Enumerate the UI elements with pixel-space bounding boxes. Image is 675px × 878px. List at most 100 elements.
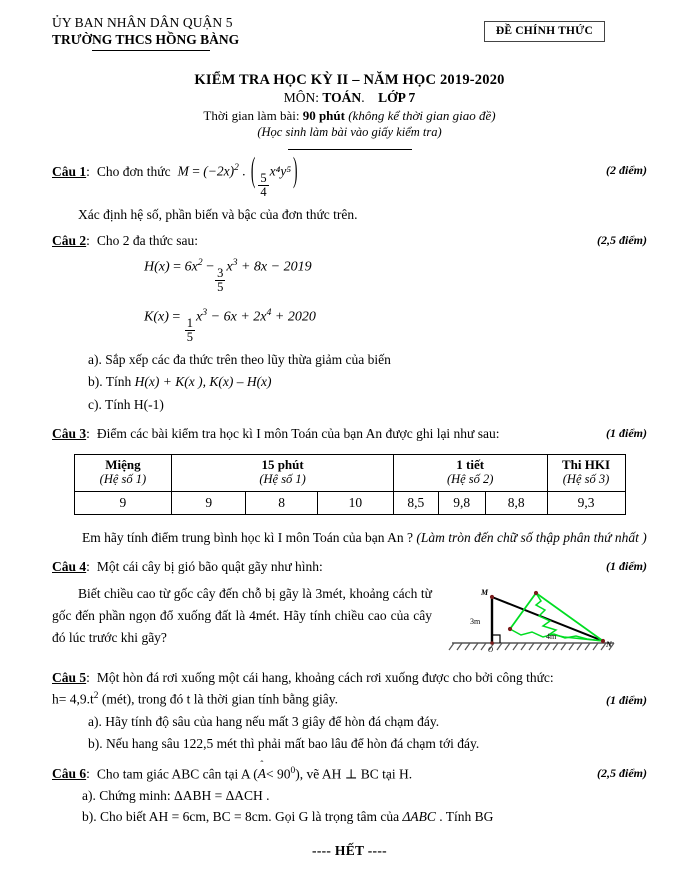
end-marker: ---- HẾT ---- bbox=[312, 842, 387, 858]
question-3-colon: : bbox=[86, 426, 90, 442]
angle-a-with-hat: ̂A bbox=[258, 767, 266, 781]
subject-prefix: MÔN: bbox=[283, 90, 320, 105]
question-6-prompt: Cho tam giác ABC cân tại A (̂A< 900), vẽ… bbox=[97, 766, 413, 782]
score-cell: 8 bbox=[245, 490, 318, 515]
duration-prefix: Thời gian làm bài: bbox=[203, 108, 300, 123]
question-3-rounding-note: (Làm tròn đến chữ số thập phân thứ nhất … bbox=[416, 529, 647, 545]
question-1-colon: : bbox=[86, 163, 90, 179]
question-5-prompt: Một hòn đá rơi xuống một cái hang, khoản… bbox=[96, 670, 554, 686]
question-6-part-a: a). Chứng minh: ΔABH = ΔACH . bbox=[82, 787, 270, 803]
question-3: (1 điểm) Câu 3: Điểm các bài kiểm tra họ… bbox=[52, 427, 647, 544]
title-divider bbox=[287, 149, 412, 151]
duration-line: Thời gian làm bài: 90 phút (không kể thờ… bbox=[52, 108, 647, 124]
question-6-part-b: b). Cho biết AH = 6cm, BC = 8cm. Gọi G l… bbox=[82, 810, 647, 824]
question-5-formula-line: (1 điểm) h= 4,9.t2 (mét), trong đó t là … bbox=[52, 690, 647, 707]
question-6: (2,5 điểm) Câu 6: Cho tam giác ABC cân t… bbox=[52, 766, 647, 824]
table-header-row: Miệng (Hệ số 1) 15 phút (Hệ số 1) 1 tiết… bbox=[73, 453, 626, 492]
q5-eq: = 4,9.t bbox=[58, 691, 94, 707]
score-cell: 9 bbox=[73, 490, 173, 515]
table-header-cell: 1 tiết (Hệ số 2) bbox=[392, 453, 548, 492]
question-5-part-a: a). Hãy tính độ sâu của hang nếu mất 3 g… bbox=[88, 713, 440, 729]
q5-h: h bbox=[52, 691, 59, 707]
broken-tree-figure: M N O 3m 4m bbox=[446, 585, 626, 656]
score-cell: 8,8 bbox=[484, 490, 548, 515]
exam-title-block: KIỂM TRA HỌC KỲ II – NĂM HỌC 2019-2020 M… bbox=[52, 72, 647, 151]
exam-title: KIỂM TRA HỌC KỲ II – NĂM HỌC 2019-2020 bbox=[194, 72, 505, 88]
question-2-part-b-math: H(x) + K(x ), K(x) – H(x) bbox=[134, 374, 272, 390]
table-header-cell: Thi HKI (Hệ số 3) bbox=[546, 453, 626, 492]
score-cell: 9,3 bbox=[546, 490, 626, 515]
duration-value: 90 phút bbox=[302, 108, 345, 123]
question-3-label: Câu 3 bbox=[52, 426, 87, 442]
header-divider bbox=[92, 50, 210, 52]
label-o: O bbox=[488, 646, 493, 653]
vertex-m-dot bbox=[489, 594, 495, 599]
question-5-label: Câu 5 bbox=[52, 670, 87, 686]
question-1-points: (2 điểm) bbox=[606, 163, 647, 178]
label-m: M bbox=[480, 588, 489, 597]
q6-prompt-3: ), vẽ AH ⊥ BC tại H. bbox=[295, 766, 413, 782]
score-cell: 8,5 bbox=[392, 490, 439, 515]
vertex-n-dot bbox=[600, 638, 606, 643]
question-3-prompt: Điểm các bài kiểm tra học kì I môn Toán … bbox=[96, 426, 500, 442]
ground-hatching bbox=[448, 642, 615, 651]
polynomial-H: H(x) = 6x2 −3 5 x3 + 8x − 2019 bbox=[144, 256, 312, 294]
vertex-o-dot bbox=[490, 640, 494, 645]
header-name: Miệng bbox=[105, 456, 141, 472]
q6-part-b-text-1: b). Cho biết AH = 6cm, BC = 8cm. Gọi G l… bbox=[82, 809, 403, 825]
exam-body: (2 điểm) Câu 1: Cho đơn thức M = (−2x)2 … bbox=[52, 152, 647, 858]
question-1-body: Xác định hệ số, phần biến và bậc của đơn… bbox=[78, 206, 358, 222]
question-4-content: Biết chiều cao từ gốc cây đến chỗ bị gãy… bbox=[52, 583, 647, 656]
question-1-prompt: Cho đơn thức bbox=[96, 163, 171, 179]
question-2-part-c: c). Tính H(-1) bbox=[88, 396, 164, 412]
exam-page: ỦY BAN NHÂN DÂN QUẬN 5 TRƯỜNG THCS HỒNG … bbox=[0, 0, 675, 878]
question-2-part-b: b). Tính H(x) + K(x ), K(x) – H(x) bbox=[88, 375, 647, 389]
question-1-label: Câu 1 bbox=[52, 163, 87, 179]
q6-triangle-abc: ΔABC bbox=[402, 809, 436, 825]
question-5-points: (1 điểm) bbox=[606, 692, 647, 707]
broken-tree-diagram: M N O 3m 4m bbox=[448, 588, 615, 654]
grade-level: LỚP 7 bbox=[378, 90, 416, 105]
page-header: ỦY BAN NHÂN DÂN QUẬN 5 TRƯỜNG THCS HỒNG … bbox=[52, 14, 647, 66]
label-n: N bbox=[605, 640, 613, 649]
subject-line: MÔN: TOÁN. LỚP 7 bbox=[52, 90, 647, 106]
official-badge: ĐỀ CHÍNH THỨC bbox=[483, 21, 605, 42]
score-cell: 10 bbox=[317, 490, 394, 515]
question-4-prompt: Một cái cây bị gió bão quật gãy như hình… bbox=[96, 559, 323, 575]
question-3-followup-text: Em hãy tính điểm trung bình học kì I môn… bbox=[82, 529, 417, 545]
q6-angle-label: A bbox=[257, 766, 267, 782]
question-4: (1 điểm) Câu 4: Một cái cây bị gió bão q… bbox=[52, 560, 647, 655]
question-4-body: Biết chiều cao từ gốc cây đến chỗ bị gãy… bbox=[52, 585, 432, 646]
question-2-prompt: Cho 2 đa thức sau: bbox=[96, 233, 198, 249]
score-cell: 9,8 bbox=[437, 490, 486, 515]
question-5-part-b: b). Nếu hang sâu 122,5 mét thì phải mất … bbox=[88, 736, 480, 752]
question-2-part-a: a). Sắp xếp các đa thức trên theo lũy th… bbox=[88, 351, 391, 367]
polynomial-K: K(x) = 1 5 x3 − 6x + 2x4 + 2020 bbox=[144, 306, 316, 344]
q5-unit: (mét), bbox=[101, 691, 135, 707]
header-name: Thi HKI bbox=[562, 456, 611, 472]
branch-base-dot bbox=[507, 626, 513, 631]
instruction-note: (Học sinh làm bài vào giấy kiểm tra) bbox=[257, 125, 442, 139]
q6-prompt-2: < 90 bbox=[266, 766, 291, 782]
question-2: (2,5 điểm) Câu 2: Cho 2 đa thức sau: H(x… bbox=[52, 234, 647, 411]
question-6-colon: : bbox=[86, 766, 90, 782]
label-base: 4m bbox=[546, 632, 557, 641]
question-2-points: (2,5 điểm) bbox=[597, 233, 647, 248]
question-3-points: (1 điểm) bbox=[606, 426, 647, 441]
duration-note: (không kể thời gian giao đề) bbox=[348, 108, 496, 123]
header-coefficient: (Hệ số 3) bbox=[562, 472, 610, 487]
table-row: 9 9 8 10 8,5 9,8 8,8 9,3 bbox=[73, 490, 626, 515]
branch-top-dot bbox=[533, 590, 539, 595]
header-name: 1 tiết bbox=[456, 456, 485, 472]
header-coefficient: (Hệ số 2) bbox=[446, 472, 494, 487]
subject-suffix: . bbox=[361, 90, 365, 105]
question-4-colon: : bbox=[86, 559, 90, 575]
score-cell: 9 bbox=[171, 490, 247, 515]
q6-part-b-text-2: . Tính BG bbox=[435, 809, 494, 825]
header-coefficient: (Hệ số 1) bbox=[99, 472, 147, 487]
table-header-cell: Miệng (Hệ số 1) bbox=[73, 453, 173, 492]
q5-exponent: 2 bbox=[93, 690, 99, 701]
question-4-points: (1 điểm) bbox=[606, 559, 647, 574]
question-4-label: Câu 4 bbox=[52, 559, 87, 575]
question-6-label: Câu 6 bbox=[52, 766, 87, 782]
